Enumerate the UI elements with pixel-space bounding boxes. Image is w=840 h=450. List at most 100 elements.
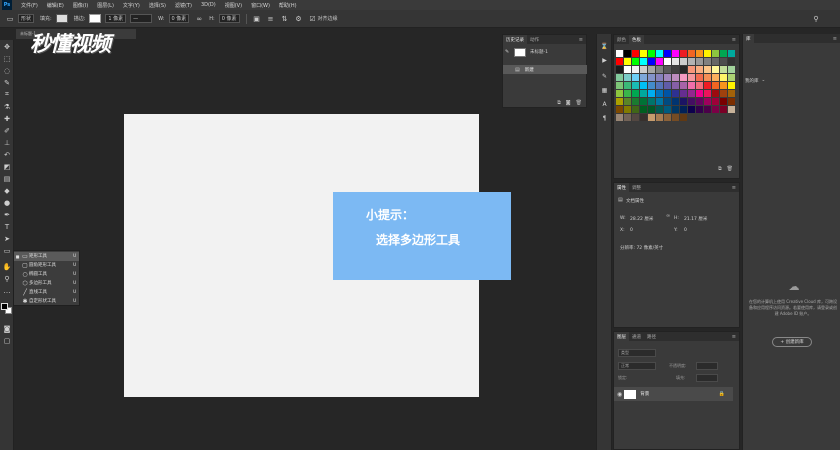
swatch-24[interactable] <box>688 58 695 65</box>
swatch-62[interactable] <box>632 82 639 89</box>
swatch-0[interactable] <box>616 50 623 57</box>
swatch-61[interactable] <box>624 82 631 89</box>
foreground-color-swatch[interactable] <box>1 303 8 310</box>
swatch-72[interactable] <box>712 82 719 89</box>
gear-icon[interactable]: ⚙ <box>295 15 303 23</box>
swatch-65[interactable] <box>656 82 663 89</box>
swatch-56[interactable] <box>704 74 711 81</box>
swatch-71[interactable] <box>704 82 711 89</box>
dodge-tool-icon[interactable]: ● <box>2 198 12 207</box>
swatch-69[interactable] <box>688 82 695 89</box>
swatch-119[interactable] <box>728 106 735 113</box>
menu-filter[interactable]: 滤镜(T) <box>175 2 192 9</box>
eye-icon[interactable]: ◉ <box>617 391 622 398</box>
type-tool-icon[interactable]: T <box>2 222 12 231</box>
swatch-113[interactable] <box>680 106 687 113</box>
swatch-124[interactable] <box>648 114 655 121</box>
swatch-42[interactable] <box>712 66 719 73</box>
path-operations-icon[interactable]: ▣ <box>253 15 261 23</box>
swatch-87[interactable] <box>712 90 719 97</box>
doc-height-value[interactable]: 21.17 厘米 <box>684 216 707 222</box>
swatch-73[interactable] <box>720 82 727 89</box>
menu-image[interactable]: 图像(I) <box>73 2 88 9</box>
swatch-126[interactable] <box>664 114 671 121</box>
doc-width-value[interactable]: 28.22 厘米 <box>630 216 653 222</box>
swatch-106[interactable] <box>624 106 631 113</box>
flyout-item-ellipse[interactable]: ○ 椭圆工具 U <box>14 270 79 279</box>
swatch-49[interactable] <box>648 74 655 81</box>
eyedropper-tool-icon[interactable]: ⚗ <box>2 102 12 111</box>
path-select-tool-icon[interactable]: ➤ <box>2 234 12 243</box>
tab-history[interactable]: 历史记录 <box>503 35 527 44</box>
panel-menu-icon[interactable]: ≡ <box>732 185 736 191</box>
swatch-88[interactable] <box>720 90 727 97</box>
link-icon[interactable]: ∞ <box>666 213 670 219</box>
layer-row-background[interactable]: ◉ 背景 🔒 <box>614 387 733 401</box>
swatch-18[interactable] <box>640 58 647 65</box>
swatch-28[interactable] <box>720 58 727 65</box>
swatch-25[interactable] <box>696 58 703 65</box>
swatch-75[interactable] <box>616 90 623 97</box>
link-icon[interactable]: ∞ <box>195 15 203 23</box>
tab-paths[interactable]: 路径 <box>644 332 659 341</box>
swatch-38[interactable] <box>680 66 687 73</box>
flyout-item-rounded-rectangle[interactable]: ▢ 圆角矩形工具 U <box>14 261 79 270</box>
swatch-9[interactable] <box>688 50 695 57</box>
swatch-59[interactable] <box>728 74 735 81</box>
eraser-tool-icon[interactable]: ◩ <box>2 162 12 171</box>
flyout-item-polygon[interactable]: ⬡ 多边形工具 U <box>14 279 79 288</box>
fill-swatch[interactable] <box>55 14 68 23</box>
swatch-120[interactable] <box>616 114 623 121</box>
menu-edit[interactable]: 编辑(E) <box>47 2 64 9</box>
swatch-118[interactable] <box>720 106 727 113</box>
swatch-60[interactable] <box>616 82 623 89</box>
swatch-57[interactable] <box>712 74 719 81</box>
swatch-84[interactable] <box>688 90 695 97</box>
panel-menu-icon[interactable]: ≡ <box>732 37 736 43</box>
swatch-79[interactable] <box>648 90 655 97</box>
swatch-96[interactable] <box>664 98 671 105</box>
play-icon[interactable]: ▶ <box>599 56 610 65</box>
swatch-103[interactable] <box>720 98 727 105</box>
swatch-111[interactable] <box>664 106 671 113</box>
tab-actions[interactable]: 动作 <box>527 35 542 44</box>
swatch-19[interactable] <box>648 58 655 65</box>
swatch-123[interactable] <box>640 114 647 121</box>
swatch-41[interactable] <box>704 66 711 73</box>
menu-layer[interactable]: 图层(L) <box>97 2 114 9</box>
new-document-from-state-icon[interactable]: ⧉ <box>557 100 561 106</box>
zoom-tool-icon[interactable]: ⚲ <box>2 274 12 283</box>
swatch-100[interactable] <box>696 98 703 105</box>
swatch-44[interactable] <box>728 66 735 73</box>
swatch-15[interactable] <box>616 58 623 65</box>
history-snapshot[interactable]: ✎ 未标题-1 <box>503 45 586 59</box>
swatch-95[interactable] <box>656 98 663 105</box>
swatch-67[interactable] <box>672 82 679 89</box>
swatch-114[interactable] <box>688 106 695 113</box>
swatch-54[interactable] <box>688 74 695 81</box>
swatch-53[interactable] <box>680 74 687 81</box>
swatch-37[interactable] <box>672 66 679 73</box>
swatch-99[interactable] <box>688 98 695 105</box>
swatch-35[interactable] <box>656 66 663 73</box>
swatch-23[interactable] <box>680 58 687 65</box>
panel-menu-icon[interactable]: ≡ <box>732 334 736 340</box>
swatch-121[interactable] <box>624 114 631 121</box>
swatch-70[interactable] <box>696 82 703 89</box>
swatch-33[interactable] <box>640 66 647 73</box>
swatch-92[interactable] <box>632 98 639 105</box>
swatch-107[interactable] <box>632 106 639 113</box>
history-state-row[interactable]: ▤ 新建 <box>503 65 587 74</box>
swatch-109[interactable] <box>648 106 655 113</box>
swatch-10[interactable] <box>696 50 703 57</box>
healing-brush-tool-icon[interactable]: ✚ <box>2 114 12 123</box>
menu-file[interactable]: 文件(F) <box>21 2 38 9</box>
swatch-11[interactable] <box>704 50 711 57</box>
history-panel-icon[interactable]: ⌛ <box>599 42 610 51</box>
blend-mode-select[interactable]: 正常 <box>618 362 656 370</box>
tab-properties[interactable]: 属性 <box>614 183 629 192</box>
shape-tool-icon[interactable]: ▭ <box>2 246 12 255</box>
swatch-108[interactable] <box>640 106 647 113</box>
swatch-102[interactable] <box>712 98 719 105</box>
library-dropdown[interactable]: 我的库 ⌄ <box>745 76 839 85</box>
